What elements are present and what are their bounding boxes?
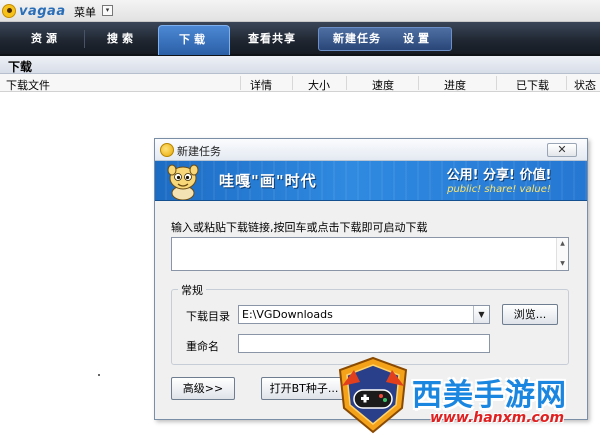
download-list-header: 下载文件 详情 大小 速度 进度 已下载 状态 <box>0 74 600 92</box>
column-header-progress[interactable]: 进度 <box>444 77 466 93</box>
column-divider[interactable] <box>496 76 497 90</box>
download-dir-select[interactable]: E:\VGDownloads ▼ <box>238 305 490 324</box>
dialog-title: 新建任务 <box>177 145 221 158</box>
browse-button[interactable]: 浏览... <box>502 304 558 325</box>
eye-logo-icon <box>2 4 16 18</box>
settings-button[interactable]: 设置 <box>392 28 444 50</box>
column-divider[interactable] <box>418 76 419 90</box>
app-icon <box>160 143 174 157</box>
url-scrollbar[interactable]: ▲ ▼ <box>556 238 568 270</box>
column-divider[interactable] <box>292 76 293 90</box>
rename-input[interactable] <box>238 334 490 353</box>
column-divider[interactable] <box>346 76 347 90</box>
main-tab-bar: 资源 搜索 下载 查看共享 新建任务 设置 <box>0 22 600 56</box>
scroll-up-icon[interactable]: ▲ <box>557 239 568 249</box>
title-bar: vagaa 菜单 ▾ <box>0 0 600 22</box>
download-url-input[interactable]: ▲ ▼ <box>171 237 569 271</box>
tab-resources[interactable]: 资源 <box>14 28 78 50</box>
mascot-icon <box>167 164 199 200</box>
column-divider[interactable] <box>566 76 567 90</box>
advanced-button[interactable]: 高级>> <box>171 377 235 400</box>
banner-slogan-cn: 公用! 分享! 价值! <box>446 168 552 183</box>
rename-label: 重命名 <box>186 340 219 353</box>
column-header-speed[interactable]: 速度 <box>372 77 394 93</box>
tab-view-shared[interactable]: 查看共享 <box>236 28 308 50</box>
download-dir-label: 下载目录 <box>186 310 230 323</box>
chevron-down-icon[interactable]: ▼ <box>473 306 489 323</box>
column-header-file[interactable]: 下载文件 <box>6 77 50 93</box>
watermark-url: www.hanxm.com <box>430 410 565 426</box>
watermark-text: 西美手游网 <box>412 378 567 413</box>
section-header: 下载 <box>0 56 600 74</box>
general-settings-group: 常规 下载目录 E:\VGDownloads ▼ 浏览... 重命名 <box>171 282 569 365</box>
dialog-banner: 哇嘎"画"时代 公用! 分享! 价值! public! share! value… <box>155 161 587 201</box>
column-header-status[interactable]: 状态 <box>574 77 596 93</box>
url-instruction: 输入或粘贴下载链接,按回车或点击下载即可启动下载 <box>171 221 428 234</box>
group-title: 常规 <box>178 282 206 298</box>
tab-search[interactable]: 搜索 <box>90 28 154 50</box>
section-title: 下载 <box>8 60 33 74</box>
cursor-mark <box>98 374 100 376</box>
column-divider[interactable] <box>240 76 241 90</box>
banner-slogan-en: public! share! value! <box>447 184 551 195</box>
app-logo: vagaa <box>2 2 66 20</box>
tab-downloads[interactable]: 下载 <box>158 25 230 55</box>
column-header-size[interactable]: 大小 <box>308 77 330 93</box>
gamepad-shield-icon <box>338 356 408 434</box>
scroll-down-icon[interactable]: ▼ <box>557 259 568 269</box>
dialog-title-bar[interactable]: 新建任务 ✕ <box>155 139 587 161</box>
menu-button[interactable]: 菜单 <box>74 4 96 20</box>
app-logo-text: vagaa <box>19 3 66 19</box>
new-task-button[interactable]: 新建任务 <box>326 28 388 50</box>
close-button[interactable]: ✕ <box>547 143 577 157</box>
banner-slogan: 哇嘎"画"时代 <box>219 172 317 190</box>
chevron-down-icon[interactable]: ▾ <box>102 5 113 16</box>
tab-separator <box>84 30 85 48</box>
download-dir-value: E:\VGDownloads <box>242 308 333 321</box>
column-header-downloaded[interactable]: 已下载 <box>516 77 549 93</box>
column-header-details[interactable]: 详情 <box>250 77 272 93</box>
